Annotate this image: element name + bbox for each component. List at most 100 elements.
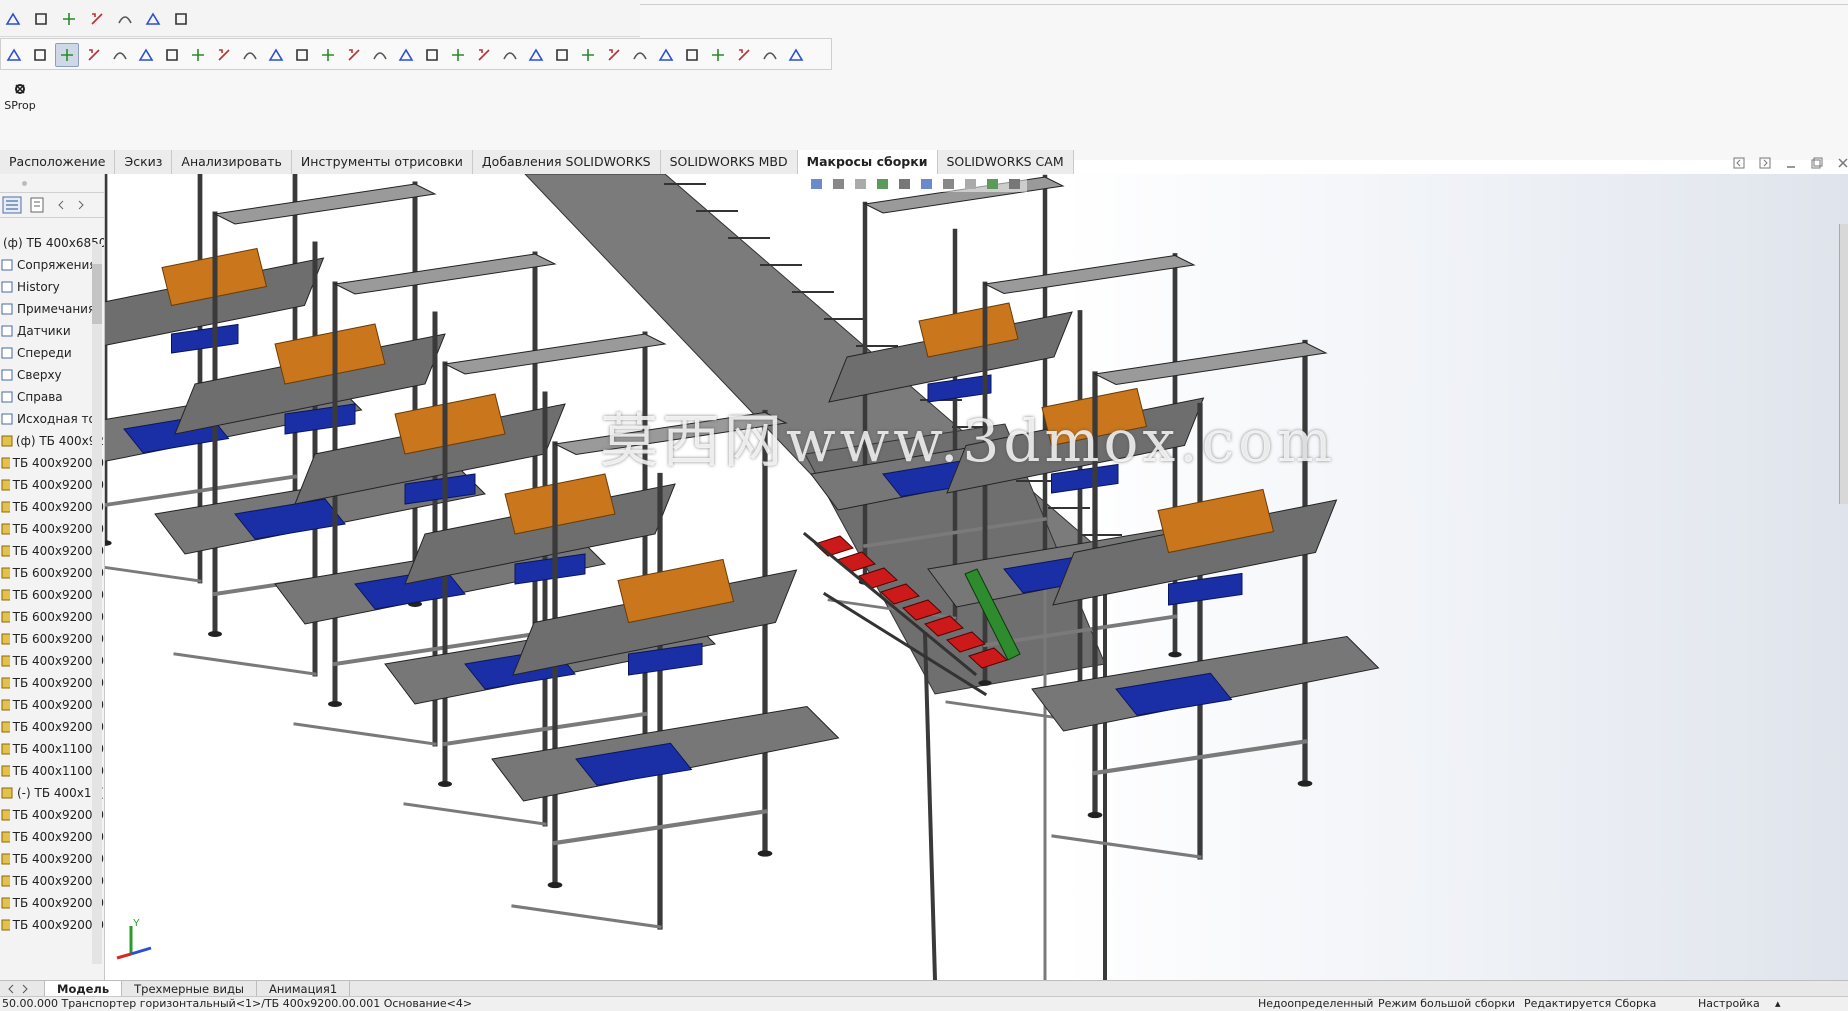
snap-icon[interactable] xyxy=(759,44,781,66)
text-icon[interactable] xyxy=(58,8,80,30)
monitor-icon[interactable] xyxy=(1007,177,1023,191)
graphics-area[interactable]: 莫西网www.3dmox.com Y xyxy=(105,174,1848,980)
tree-item[interactable]: ТБ 400x9200.0 xyxy=(0,848,104,870)
search-icon[interactable] xyxy=(551,44,573,66)
curve-icon[interactable] xyxy=(603,44,625,66)
command-tab[interactable]: SOLIDWORKS MBD xyxy=(660,150,798,174)
plane-icon[interactable] xyxy=(187,44,209,66)
command-tab[interactable]: Анализировать xyxy=(172,150,292,174)
note-icon[interactable] xyxy=(473,44,495,66)
tree-scrollbar[interactable] xyxy=(92,244,102,964)
status-settings[interactable]: Настройка xyxy=(1698,997,1760,1011)
tree-item[interactable]: ТБ 400x9200.0 xyxy=(0,452,104,474)
cursor-icon[interactable] xyxy=(3,44,25,66)
sprop-button[interactable]: SProp xyxy=(0,82,40,122)
hide-show-icon[interactable] xyxy=(941,177,957,191)
select-icon[interactable] xyxy=(55,43,79,67)
tree-item[interactable]: ТБ 600x9200.0 xyxy=(0,584,104,606)
tree-item[interactable]: ТБ 400x9200.0 xyxy=(0,870,104,892)
text-icon[interactable] xyxy=(577,44,599,66)
command-tab[interactable]: SOLIDWORKS CAM xyxy=(937,150,1074,174)
grid-icon[interactable] xyxy=(525,44,547,66)
command-tab[interactable]: Макросы сборки xyxy=(797,150,938,174)
tree-item[interactable]: ТБ 400x1100.0 xyxy=(0,738,104,760)
format-icon[interactable] xyxy=(86,8,108,30)
tree-item[interactable]: Справа xyxy=(0,386,104,408)
tree-scroll-right-icon[interactable] xyxy=(74,196,88,214)
bottom-tab[interactable]: Трехмерные виды xyxy=(122,981,258,997)
tree-item[interactable]: ТБ 400x9200.0 xyxy=(0,716,104,738)
tree-item[interactable]: Исходная точ xyxy=(0,408,104,430)
bottom-tab[interactable]: Анимация1 xyxy=(257,981,351,997)
surface-icon[interactable] xyxy=(213,44,235,66)
tree-item[interactable]: ТБ 400x9200.0 xyxy=(0,496,104,518)
tree-item[interactable]: ТБ 400x9200.0 xyxy=(0,474,104,496)
tree-item[interactable]: ТБ 600x9200.0 xyxy=(0,606,104,628)
tree-item[interactable]: (ф) ТБ 400x6850.0 xyxy=(0,232,104,254)
shade-icon[interactable] xyxy=(733,44,755,66)
tree-item[interactable]: ТБ 400x9200.0 xyxy=(0,650,104,672)
text-a-icon[interactable] xyxy=(30,8,52,30)
command-tab[interactable]: Инструменты отрисовки xyxy=(291,150,473,174)
tree-collapse-bar[interactable] xyxy=(0,174,104,193)
tree-item[interactable]: ТБ 400x9200.0 xyxy=(0,826,104,848)
solid-icon[interactable] xyxy=(239,44,261,66)
axis-icon[interactable] xyxy=(161,44,183,66)
point-icon[interactable] xyxy=(135,44,157,66)
tree-item[interactable]: Датчики xyxy=(0,320,104,342)
tree-item[interactable]: ТБ 600x9200.0 xyxy=(0,562,104,584)
edge-icon[interactable] xyxy=(265,44,287,66)
maximize-icon[interactable] xyxy=(1810,156,1824,170)
zoom-area-icon[interactable] xyxy=(831,177,847,191)
check-icon[interactable] xyxy=(499,44,521,66)
graph-icon[interactable] xyxy=(629,44,651,66)
tree-item[interactable]: ТБ 400x9200.0 xyxy=(0,694,104,716)
tree-item[interactable]: ТБ 400x9200.0 xyxy=(0,914,104,936)
next-tab-icon[interactable] xyxy=(20,984,30,994)
scene-icon[interactable] xyxy=(985,177,1001,191)
tree-item[interactable]: ТБ 400x9200.0 xyxy=(0,804,104,826)
view-orient-icon[interactable] xyxy=(897,177,913,191)
origin-icon[interactable] xyxy=(421,44,443,66)
tree-item[interactable]: ТБ 400x9200.0 xyxy=(0,518,104,540)
previous-view-icon[interactable] xyxy=(853,177,869,191)
appearance-icon[interactable] xyxy=(963,177,979,191)
dropdown-icon[interactable] xyxy=(83,44,105,66)
property-tab-icon[interactable] xyxy=(28,196,48,214)
feature-tree-tab-icon[interactable] xyxy=(2,196,22,214)
vertex-icon[interactable] xyxy=(317,44,339,66)
section-view-icon[interactable] xyxy=(875,177,891,191)
settings-icon[interactable] xyxy=(142,8,164,30)
tree-item[interactable]: (ф) ТБ 400x92 xyxy=(0,430,104,452)
restore-right-icon[interactable] xyxy=(1758,156,1772,170)
filter-icon[interactable] xyxy=(29,44,51,66)
display-style-icon[interactable] xyxy=(919,177,935,191)
tree-item[interactable]: ТБ 600x9200.0 xyxy=(0,628,104,650)
assembly-model[interactable] xyxy=(105,174,1848,980)
tree-item[interactable]: Сопряжения xyxy=(0,254,104,276)
dimension-icon[interactable] xyxy=(447,44,469,66)
tree-scroll-left-icon[interactable] xyxy=(54,196,68,214)
tree-item[interactable]: ТБ 400x1100.0 xyxy=(0,760,104,782)
restore-left-icon[interactable] xyxy=(1732,156,1746,170)
command-tab[interactable]: Расположение xyxy=(0,150,116,174)
tree-scroll-thumb[interactable] xyxy=(92,264,102,324)
annot-icon[interactable] xyxy=(707,44,729,66)
select-box-icon[interactable] xyxy=(109,44,131,66)
pencil-icon[interactable] xyxy=(2,8,24,30)
sketch-icon[interactable] xyxy=(343,44,365,66)
task-pane-tabs[interactable] xyxy=(1839,224,1848,504)
sketch2-icon[interactable] xyxy=(369,44,391,66)
copy-icon[interactable] xyxy=(114,8,136,30)
link-icon[interactable] xyxy=(170,8,192,30)
command-tab[interactable]: Эскиз xyxy=(115,150,173,174)
settings-arrow-icon[interactable]: ▴ xyxy=(1775,997,1781,1011)
zoom-fit-icon[interactable] xyxy=(809,177,825,191)
tree-item[interactable]: Сверху xyxy=(0,364,104,386)
spiral-icon[interactable] xyxy=(655,44,677,66)
arrange-icon[interactable] xyxy=(785,44,807,66)
tree-item[interactable]: Спереди xyxy=(0,342,104,364)
tree-item[interactable]: History xyxy=(0,276,104,298)
bottom-tab[interactable]: Модель xyxy=(45,981,123,997)
close-icon[interactable] xyxy=(1836,156,1848,170)
